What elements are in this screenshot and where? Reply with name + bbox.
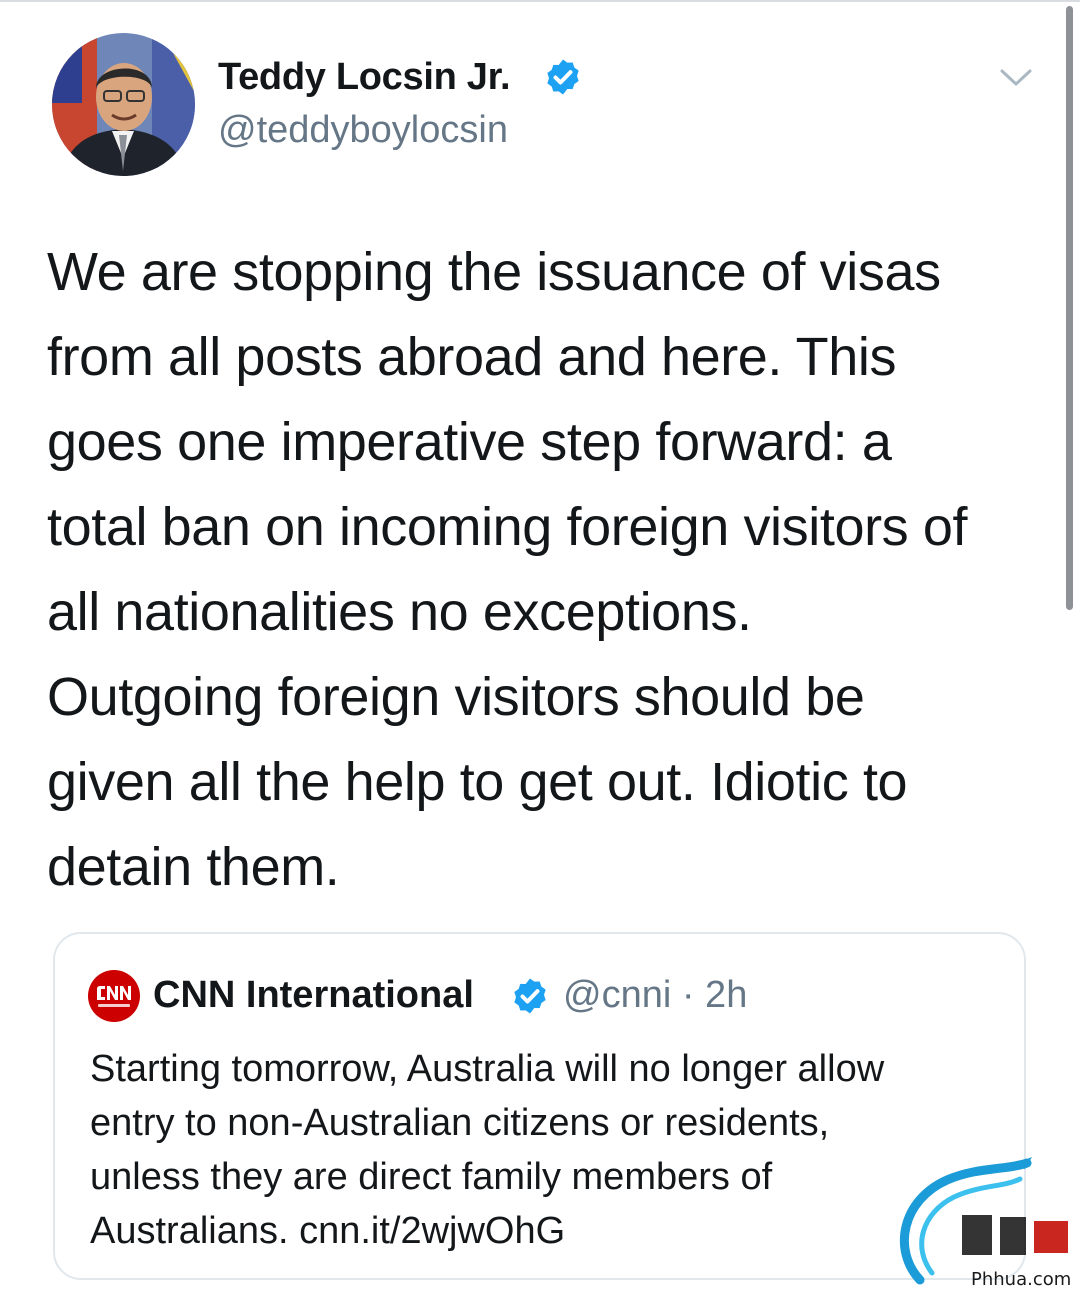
tweet-text-line: from all posts abroad and here. This: [47, 327, 897, 387]
tweet-text-line: all nationalities no exceptions.: [47, 582, 752, 642]
tweet-text-line: given all the help to get out. Idiotic t…: [47, 752, 908, 812]
tweet-text-line: total ban on incoming foreign visitors o…: [47, 497, 968, 557]
quoted-tweet-text: Starting tomorrow, Australia will no lon…: [90, 1042, 1010, 1258]
chevron-down-icon[interactable]: [998, 64, 1034, 90]
tweet-text-line: Outgoing foreign visitors should be: [47, 667, 865, 727]
top-divider: [0, 0, 1080, 2]
avatar[interactable]: [52, 33, 195, 176]
scrollbar[interactable]: [1066, 6, 1073, 610]
watermark-site: Phhua.com: [971, 1269, 1072, 1290]
author-handle[interactable]: @teddyboylocsin: [218, 107, 508, 153]
quoted-text-line: Starting tomorrow, Australia will no lon…: [90, 1048, 885, 1090]
author-name[interactable]: Teddy Locsin Jr.: [218, 54, 511, 100]
tweet-text: We are stopping the issuance of visas fr…: [47, 230, 1047, 910]
quoted-author-name[interactable]: CNN International: [153, 971, 474, 1019]
quoted-text-line: Australians. cnn.it/2wjwOhG: [90, 1210, 566, 1252]
verified-badge-icon: [547, 59, 579, 95]
cnn-logo: [88, 970, 140, 1022]
quoted-text-line: unless they are direct family members of: [90, 1156, 773, 1198]
tweet-text-line: detain them.: [47, 837, 340, 897]
verified-badge-icon: [514, 978, 546, 1014]
quoted-text-line: entry to non-Australian citizens or resi…: [90, 1102, 830, 1144]
quoted-author-handle-time: @cnni · 2h: [563, 974, 748, 1016]
tweet-text-line: goes one imperative step forward: a: [47, 412, 892, 472]
tweet-text-line: We are stopping the issuance of visas: [47, 242, 941, 302]
